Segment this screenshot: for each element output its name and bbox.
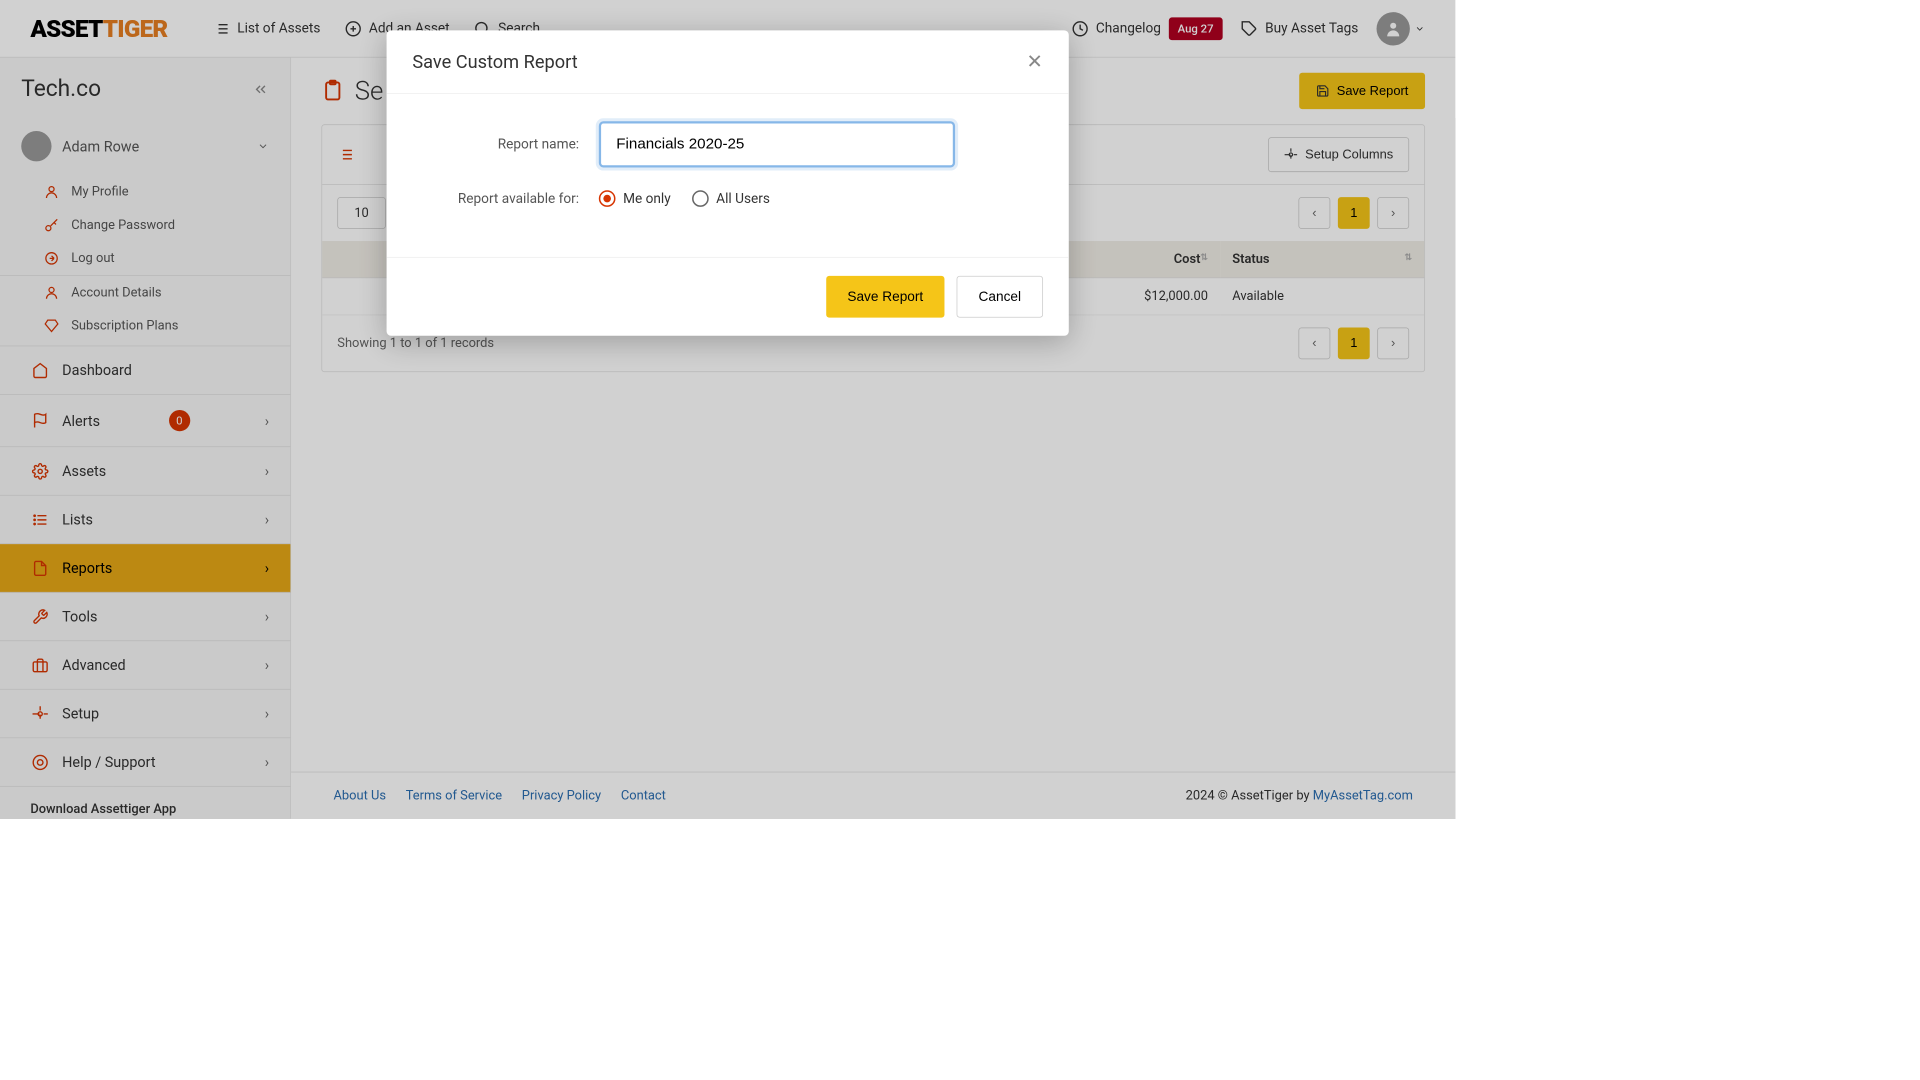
report-name-label: Report name: bbox=[417, 136, 599, 152]
modal-title: Save Custom Report bbox=[412, 51, 577, 72]
modal-overlay: Save Custom Report ✕ Report name: Report… bbox=[0, 0, 1455, 819]
radio-all-users[interactable]: All Users bbox=[692, 190, 770, 207]
radio-label: All Users bbox=[716, 191, 770, 207]
modal-save-button[interactable]: Save Report bbox=[826, 276, 944, 318]
radio-me-only[interactable]: Me only bbox=[599, 190, 671, 207]
radio-icon bbox=[599, 190, 616, 207]
close-icon: ✕ bbox=[1026, 50, 1043, 73]
modal-cancel-button[interactable]: Cancel bbox=[957, 276, 1043, 318]
availability-label: Report available for: bbox=[417, 191, 599, 207]
radio-icon bbox=[692, 190, 709, 207]
modal-close-button[interactable]: ✕ bbox=[1026, 50, 1043, 73]
report-name-input[interactable] bbox=[599, 121, 955, 167]
radio-label: Me only bbox=[623, 191, 671, 207]
save-report-modal: Save Custom Report ✕ Report name: Report… bbox=[387, 30, 1069, 335]
